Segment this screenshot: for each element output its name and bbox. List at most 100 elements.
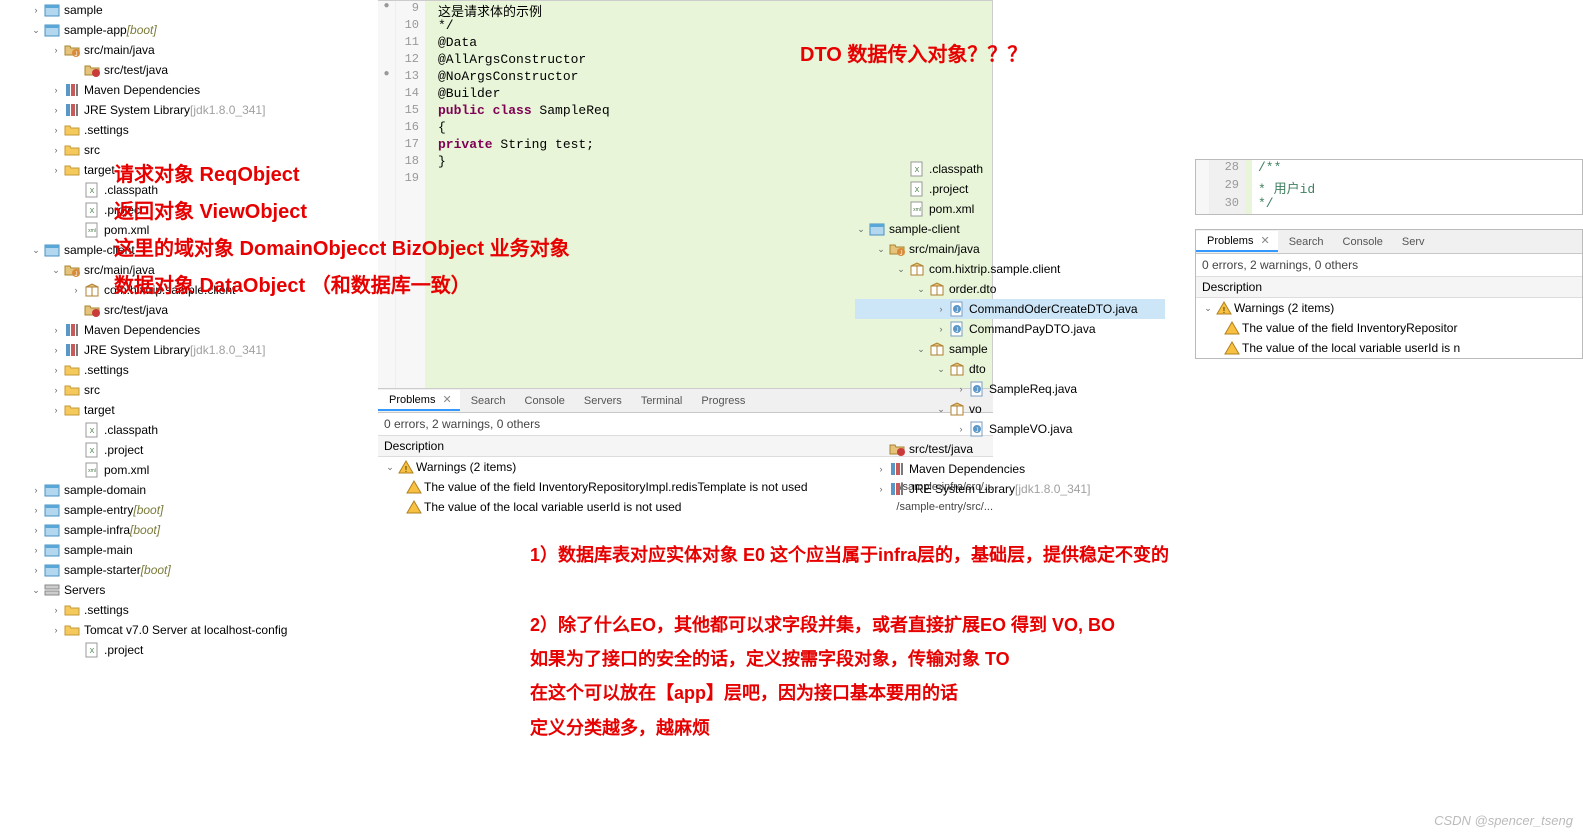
expand-toggle-icon[interactable]: › [30,505,42,515]
expand-toggle-icon[interactable]: ⌄ [30,25,42,36]
expand-toggle-icon[interactable]: › [50,365,62,375]
expand-toggle-icon[interactable]: ⌄ [50,265,62,276]
expand-toggle-icon[interactable]: › [875,484,887,494]
tree-item[interactable]: ›sample-starter [boot] [10,560,370,580]
close-icon[interactable]: ✕ [442,393,451,406]
tab-console[interactable]: Console [1332,233,1391,251]
tree-item[interactable]: ·.project [10,640,370,660]
tree-item[interactable]: ›target [10,400,370,420]
code-line[interactable]: 14 @Builder [378,86,992,103]
tree-item[interactable]: ›.settings [10,120,370,140]
expand-toggle-icon[interactable]: › [30,485,42,495]
expand-toggle-icon[interactable]: › [875,464,887,474]
expand-toggle-icon[interactable]: ⌄ [875,244,887,255]
tree-item[interactable]: ›SampleVO.java [855,419,1165,439]
expand-toggle-icon[interactable]: › [30,525,42,535]
tab-problems[interactable]: Problems✕ [378,390,460,411]
problem-item[interactable]: The value of the local variable userId i… [1196,338,1582,358]
code-editor-2[interactable]: 28 /** 29 * 用户id 30 */ [1195,159,1583,215]
tree-item[interactable]: ›sample-main [10,540,370,560]
expand-toggle-icon[interactable]: › [955,424,967,434]
tree-item[interactable]: ›JRE System Library [jdk1.8.0_341] [855,479,1165,499]
tree-item[interactable]: ›src [10,380,370,400]
tree-item[interactable]: ⌄src/main/java [855,239,1165,259]
code-line[interactable]: 9 这是请求体的示例 [378,1,992,18]
expand-toggle-icon[interactable]: › [935,304,947,314]
tree-item[interactable]: ·.project [855,179,1165,199]
code-line[interactable]: 16 { [378,120,992,137]
tab-servers[interactable]: Servers [573,392,630,410]
tree-item[interactable]: ›JRE System Library [jdk1.8.0_341] [10,340,370,360]
code-line[interactable]: 10 */ [378,18,992,35]
expand-toggle-icon[interactable]: › [70,285,82,295]
expand-toggle-icon[interactable]: ⌄ [855,224,867,235]
expand-toggle-icon[interactable]: ⌄ [935,404,947,415]
tree-item[interactable]: ›src/main/java [10,40,370,60]
tree-item[interactable]: ·src/test/java [855,439,1165,459]
tree-item[interactable]: ⌄order.dto [855,279,1165,299]
tab-progress[interactable]: Progress [690,392,753,410]
tree-item[interactable]: ·.classpath [10,420,370,440]
expand-toggle-icon[interactable]: › [50,605,62,615]
expand-toggle-icon[interactable]: › [50,145,62,155]
expand-toggle-icon[interactable]: › [30,545,42,555]
tree-item[interactable]: ·pom.xml [855,199,1165,219]
problem-item[interactable]: The value of the local variable userId i… [378,497,993,517]
view-tabbar-2[interactable]: Problems✕ Search Console Serv [1196,230,1582,254]
tree-item[interactable]: ⌄sample-client [855,219,1165,239]
tab-serv[interactable]: Serv [1391,233,1433,251]
close-icon[interactable]: ✕ [1260,234,1269,247]
tree-item[interactable]: ⌄com.hixtrip.sample.client [855,259,1165,279]
tree-item[interactable]: ·.project [10,440,370,460]
code-line[interactable]: 28 /** [1196,160,1582,178]
tab-terminal[interactable]: Terminal [630,392,691,410]
expand-toggle-icon[interactable]: › [935,324,947,334]
problem-item[interactable]: The value of the field InventoryReposito… [1196,318,1582,338]
tree-item[interactable]: ›Maven Dependencies [855,459,1165,479]
code-line[interactable]: 15 public class SampleReq [378,103,992,120]
tree-item[interactable]: ›SampleReq.java [855,379,1165,399]
code-line[interactable]: 17 private String test; [378,137,992,154]
expand-toggle-icon[interactable]: › [50,405,62,415]
expand-toggle-icon[interactable]: › [50,125,62,135]
code-line[interactable]: 13 @NoArgsConstructor [378,69,992,86]
expand-toggle-icon[interactable]: › [50,45,62,55]
tab-search[interactable]: Search [1278,233,1332,251]
expand-toggle-icon[interactable]: › [50,105,62,115]
tree-item[interactable]: ›.settings [10,360,370,380]
tree-item[interactable]: ›.settings [10,600,370,620]
expand-toggle-icon[interactable]: ⌄ [915,284,927,295]
expand-toggle-icon[interactable]: › [50,165,62,175]
tree-item[interactable]: ⌄sample [855,339,1165,359]
warnings-group[interactable]: ⌄ Warnings (2 items) [1196,298,1582,318]
expand-toggle-icon[interactable]: › [50,625,62,635]
tree-item[interactable]: ›sample-infra [boot] [10,520,370,540]
expand-toggle-icon[interactable]: › [50,345,62,355]
expand-toggle-icon[interactable]: ⌄ [30,585,42,596]
tab-console[interactable]: Console [514,392,573,410]
expand-toggle-icon[interactable]: ⌄ [915,344,927,355]
expand-toggle-icon[interactable]: › [50,85,62,95]
tree-item[interactable]: ⌄sample-app [boot] [10,20,370,40]
problems-column-header-2[interactable]: Description [1196,276,1582,298]
tree-item[interactable]: ⌄Servers [10,580,370,600]
tree-item[interactable]: ·pom.xml [10,460,370,480]
tree-item[interactable]: ›Maven Dependencies [10,80,370,100]
code-line[interactable]: 30 */ [1196,196,1582,214]
tree-item[interactable]: ⌄dto [855,359,1165,379]
tree-item[interactable]: ›Tomcat v7.0 Server at localhost-config [10,620,370,640]
expand-toggle-icon[interactable]: › [955,384,967,394]
tree-item[interactable]: ›CommandOderCreateDTO.java [855,299,1165,319]
expand-toggle-icon[interactable]: ⌄ [384,462,396,473]
tree-item[interactable]: ›sample-entry [boot] [10,500,370,520]
tree-item[interactable]: ›sample [10,0,370,20]
project-explorer-tree[interactable]: ›sample⌄sample-app [boot]›src/main/java·… [10,0,370,660]
expand-toggle-icon[interactable]: › [50,325,62,335]
expand-toggle-icon[interactable]: ⌄ [30,245,42,256]
tree-item[interactable]: ·src/test/java [10,60,370,80]
tree-item[interactable]: ›CommandPayDTO.java [855,319,1165,339]
tree-item[interactable]: ›sample-domain [10,480,370,500]
expand-toggle-icon[interactable]: › [30,5,42,15]
expand-toggle-icon[interactable]: ⌄ [895,264,907,275]
tree-item[interactable]: ›JRE System Library [jdk1.8.0_341] [10,100,370,120]
